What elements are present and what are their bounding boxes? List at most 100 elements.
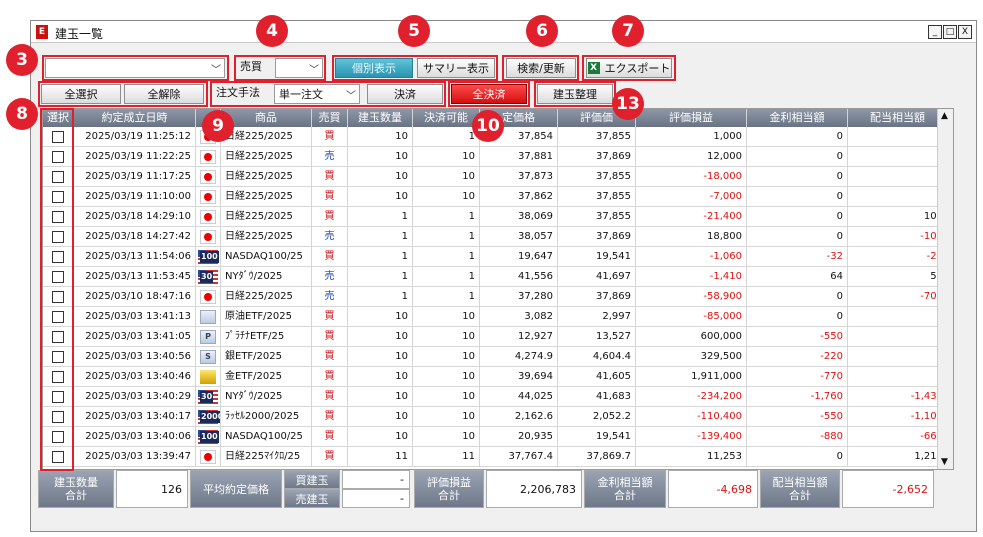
col-select[interactable]: 選択	[43, 109, 74, 127]
cell-side: 買	[312, 307, 348, 327]
cell-date: 2025/03/10 18:47:16	[74, 287, 196, 307]
cell-interest: 0	[747, 187, 848, 207]
cell-price: 39,694	[480, 367, 558, 387]
row-checkbox[interactable]	[52, 251, 64, 263]
row-select-checkbox-cell[interactable]	[43, 407, 74, 427]
table-row[interactable]: 2025/03/03 13:40:29 30 NYﾀﾞｳ/2025 買 10 10 44,0…	[43, 387, 948, 407]
cell-avail: 1	[413, 287, 480, 307]
row-checkbox[interactable]	[52, 131, 64, 143]
row-select-checkbox-cell[interactable]	[43, 327, 74, 347]
row-checkbox[interactable]	[52, 371, 64, 383]
cell-date: 2025/03/03 13:40:46	[74, 367, 196, 387]
row-checkbox[interactable]	[52, 231, 64, 243]
col-dividend[interactable]: 配当相当額	[848, 109, 948, 127]
table-row[interactable]: 2025/03/18 14:29:10 日経225/2025 買 1 1 38,069 37…	[43, 207, 948, 227]
col-side[interactable]: 売買	[312, 109, 348, 127]
table-row[interactable]: 2025/03/03 13:40:56 S 銀ETF/2025 買 10 10 4,274.…	[43, 347, 948, 367]
table-row[interactable]: 2025/03/03 13:39:47 日経225ﾏｲｸﾛ/25 買 11 11 37,7…	[43, 447, 948, 467]
row-select-checkbox-cell[interactable]	[43, 247, 74, 267]
row-checkbox[interactable]	[52, 451, 64, 463]
row-checkbox[interactable]	[52, 191, 64, 203]
row-checkbox[interactable]	[52, 351, 64, 363]
product-filter-dropdown[interactable]: ﹀	[45, 58, 225, 78]
table-row[interactable]: 2025/03/03 13:40:46 金ETF/2025 買 10 10 39,694 4…	[43, 367, 948, 387]
col-product[interactable]: 商品	[221, 109, 312, 127]
row-select-checkbox-cell[interactable]	[43, 387, 74, 407]
row-checkbox[interactable]	[52, 411, 64, 423]
individual-view-button[interactable]: 個別表示	[335, 58, 413, 78]
cell-date: 2025/03/03 13:40:56	[74, 347, 196, 367]
row-select-checkbox-cell[interactable]	[43, 307, 74, 327]
row-select-checkbox-cell[interactable]	[43, 147, 74, 167]
cell-dividend: -1,100	[848, 407, 948, 427]
table-row[interactable]: 2025/03/03 13:41:13 原油ETF/2025 買 10 10 3,082 2…	[43, 307, 948, 327]
cell-dividend: 0	[848, 347, 948, 367]
vertical-scrollbar[interactable]: ▲ ▼	[937, 109, 953, 469]
row-checkbox[interactable]	[52, 311, 64, 323]
row-checkbox[interactable]	[52, 271, 64, 283]
row-checkbox[interactable]	[52, 291, 64, 303]
row-select-checkbox-cell[interactable]	[43, 427, 74, 447]
cell-price: 37,280	[480, 287, 558, 307]
table-row[interactable]: 2025/03/19 11:10:00 日経225/2025 買 10 10 37,862…	[43, 187, 948, 207]
export-button[interactable]: X エクスポート	[586, 58, 672, 78]
cell-date: 2025/03/19 11:25:12	[74, 127, 196, 147]
cell-date: 2025/03/19 11:17:25	[74, 167, 196, 187]
row-select-checkbox-cell[interactable]	[43, 207, 74, 227]
cell-avail: 1	[413, 227, 480, 247]
jp-flag-icon	[200, 170, 216, 184]
table-row[interactable]: 2025/03/19 11:17:25 日経225/2025 買 10 10 37,873…	[43, 167, 948, 187]
row-select-checkbox-cell[interactable]	[43, 127, 74, 147]
col-qty[interactable]: 建玉数量	[348, 109, 413, 127]
deselect-all-button[interactable]: 全解除	[124, 84, 204, 104]
cell-qty: 10	[348, 387, 413, 407]
col-interest[interactable]: 金利相当額	[747, 109, 848, 127]
row-select-checkbox-cell[interactable]	[43, 447, 74, 467]
row-checkbox[interactable]	[52, 151, 64, 163]
row-checkbox[interactable]	[52, 331, 64, 343]
summary-view-button[interactable]: サマリー表示	[417, 58, 495, 78]
buy-position-label: 買建玉	[284, 470, 340, 489]
cell-pl: 1,911,000	[636, 367, 747, 387]
row-checkbox[interactable]	[52, 211, 64, 223]
row-select-checkbox-cell[interactable]	[43, 167, 74, 187]
sell-position-label: 売建玉	[284, 489, 340, 508]
organize-positions-button[interactable]: 建玉整理	[537, 84, 613, 104]
close-button[interactable]: X	[958, 25, 972, 39]
cell-date: 2025/03/03 13:41:05	[74, 327, 196, 347]
col-avail[interactable]: 決済可能	[413, 109, 480, 127]
row-select-checkbox-cell[interactable]	[43, 347, 74, 367]
table-row[interactable]: 2025/03/13 11:54:06 100 NASDAQ100/25 買 1 1 19,…	[43, 247, 948, 267]
table-row[interactable]: 2025/03/19 11:22:25 日経225/2025 売 10 10 37,881…	[43, 147, 948, 167]
table-row[interactable]: 2025/03/03 13:40:06 100 NASDAQ100/25 買 10 10 2…	[43, 427, 948, 447]
cell-side: 買	[312, 207, 348, 227]
row-checkbox[interactable]	[52, 171, 64, 183]
table-row[interactable]: 2025/03/18 14:27:42 日経225/2025 売 1 1 38,057 37…	[43, 227, 948, 247]
side-dropdown[interactable]: ﹀	[275, 58, 323, 78]
col-pl[interactable]: 評価損益	[636, 109, 747, 127]
settle-button[interactable]: 決済	[367, 84, 443, 104]
row-select-checkbox-cell[interactable]	[43, 267, 74, 287]
row-select-checkbox-cell[interactable]	[43, 187, 74, 207]
col-date[interactable]: 約定成立日時	[74, 109, 196, 127]
scroll-up-icon[interactable]: ▲	[941, 111, 948, 121]
row-select-checkbox-cell[interactable]	[43, 227, 74, 247]
settle-all-button[interactable]: 全決済	[451, 84, 527, 104]
maximize-button[interactable]: □	[943, 25, 957, 39]
row-select-checkbox-cell[interactable]	[43, 367, 74, 387]
table-row[interactable]: 2025/03/03 13:40:172000ﾗｯｾﾙ2000/2025買101…	[43, 407, 948, 427]
scroll-down-icon[interactable]: ▼	[941, 457, 948, 467]
order-method-dropdown[interactable]: 単一注文 ﹀	[274, 84, 360, 104]
row-checkbox[interactable]	[52, 391, 64, 403]
table-row[interactable]: 2025/03/10 18:47:16 日経225/2025 売 1 1 37,280 37…	[43, 287, 948, 307]
search-refresh-button[interactable]: 検索/更新	[506, 58, 576, 78]
minimize-button[interactable]: _	[928, 25, 942, 39]
row-checkbox[interactable]	[52, 431, 64, 443]
cell-dividend: -100	[848, 227, 948, 247]
order-method-value: 単一注文	[279, 88, 323, 101]
table-row[interactable]: 2025/03/13 11:53:45 30 NYﾀﾞｳ/2025 売 1 1 41,556…	[43, 267, 948, 287]
row-select-checkbox-cell[interactable]	[43, 287, 74, 307]
cell-date: 2025/03/03 13:40:29	[74, 387, 196, 407]
select-all-button[interactable]: 全選択	[41, 84, 121, 104]
table-row[interactable]: 2025/03/03 13:41:05 P ﾌﾟﾗﾁﾅETF/25 買 10 10 12,9…	[43, 327, 948, 347]
